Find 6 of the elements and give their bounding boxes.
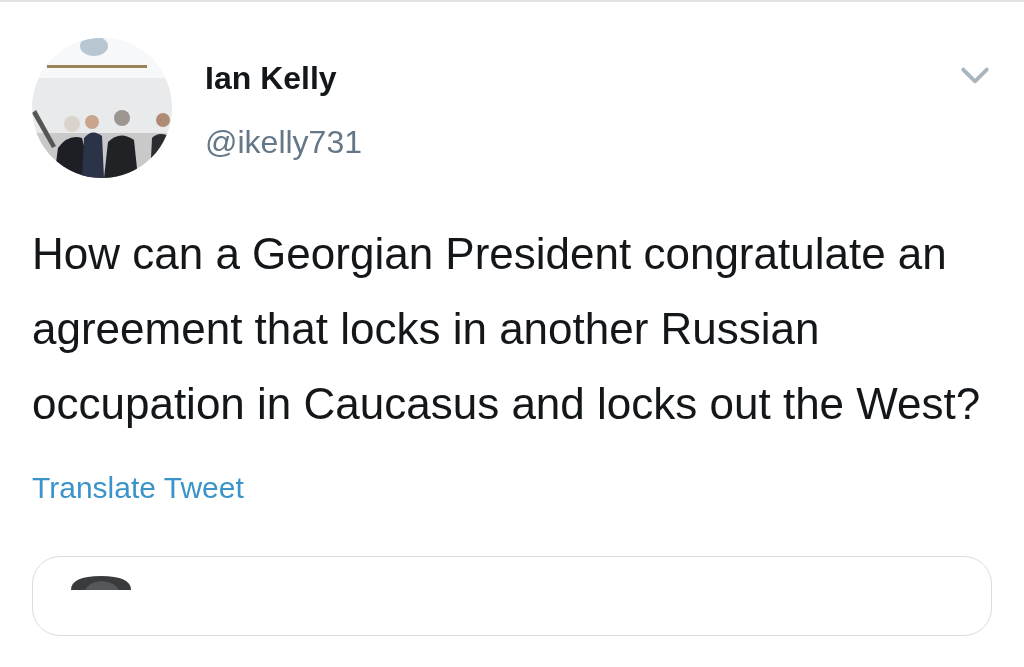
caret-icon[interactable] <box>960 66 990 86</box>
tweet-text: How can a Georgian President congratulate an agreement that locks in another Russian occupation in Caucasus and locks out the West? <box>32 228 982 430</box>
translate-link[interactable]: Translate Tweet <box>32 470 244 506</box>
user-handle[interactable]: @ikelly731 <box>205 120 362 164</box>
user-name[interactable]: Ian Kelly <box>205 56 362 100</box>
quoted-tweet-card[interactable] <box>32 556 992 636</box>
